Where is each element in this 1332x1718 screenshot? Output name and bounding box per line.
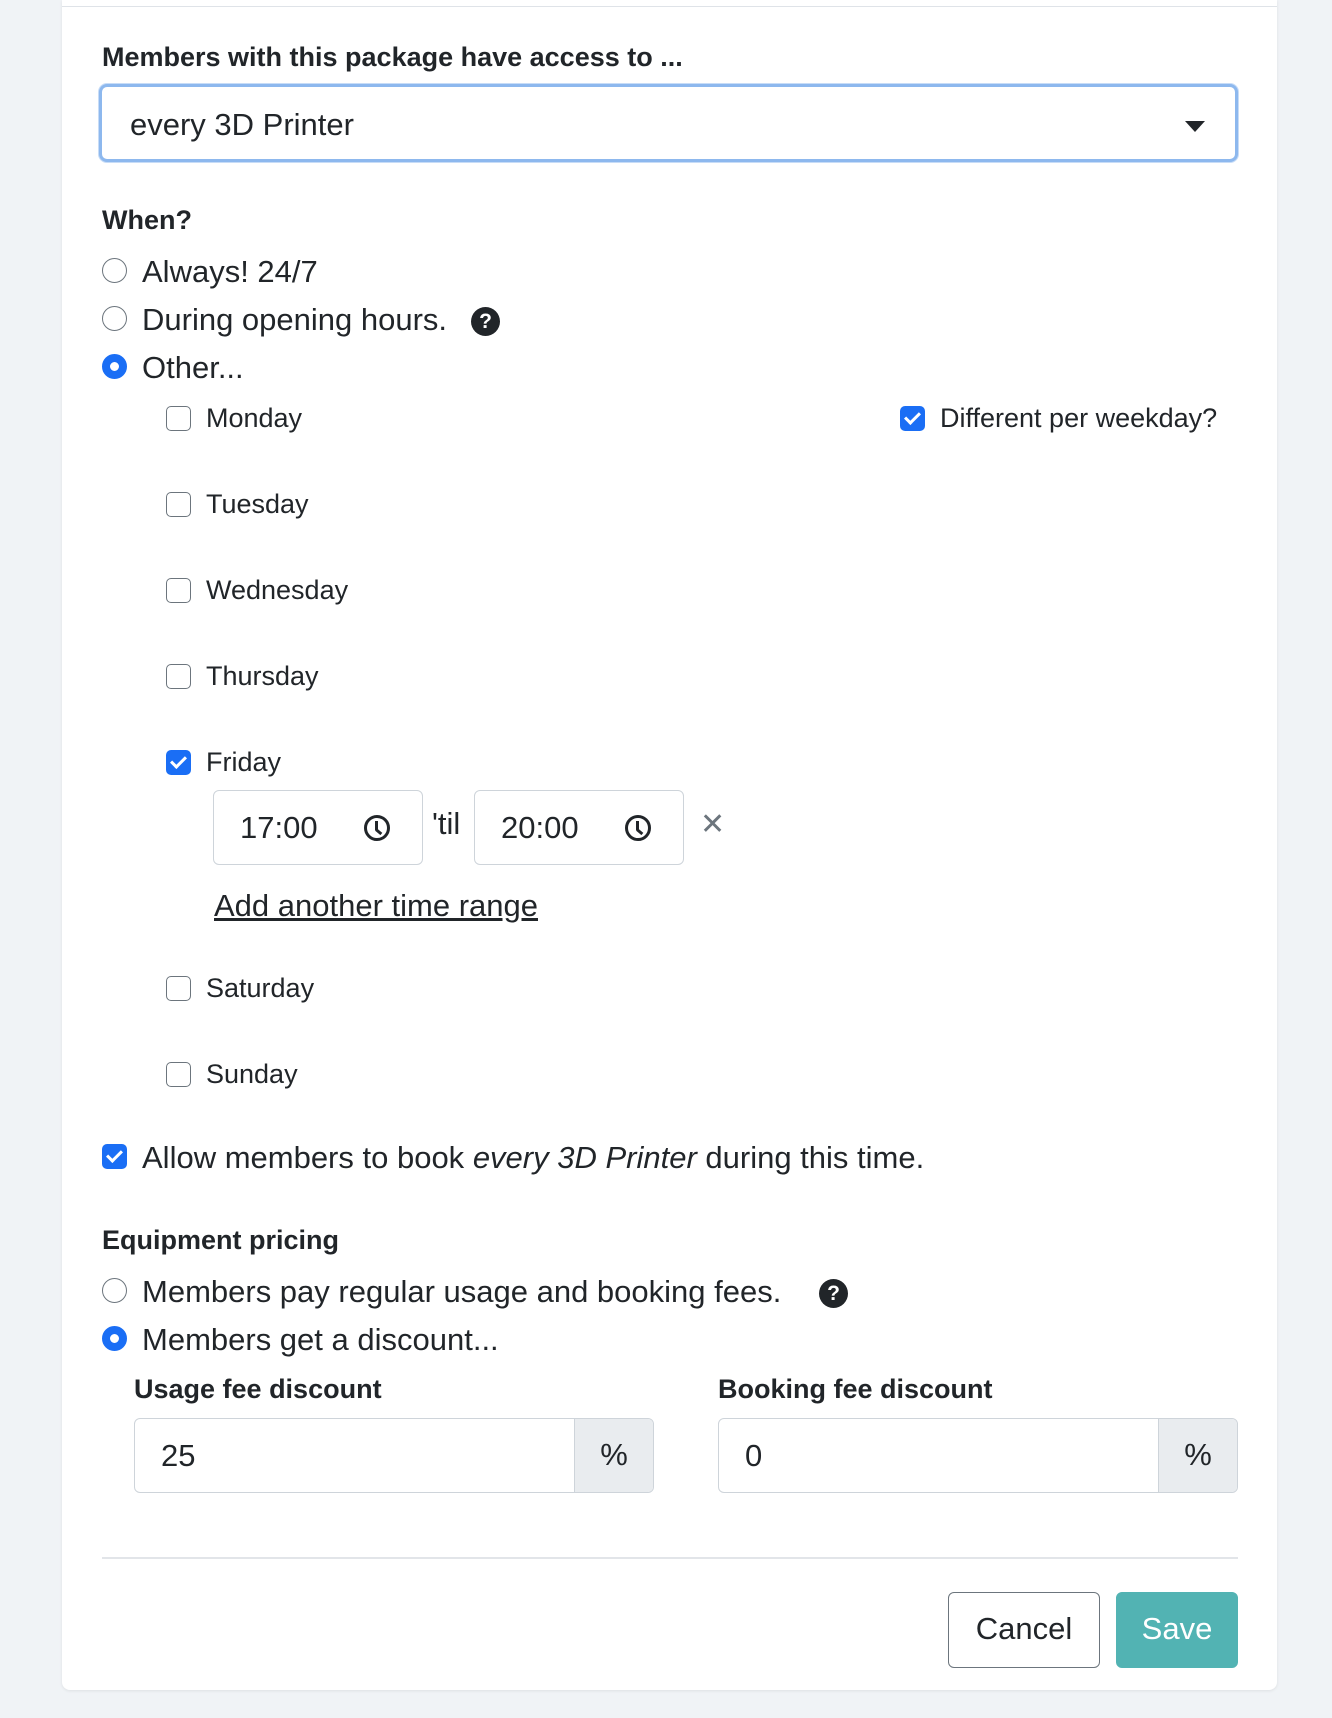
question-circle-icon[interactable]: ?: [471, 307, 500, 336]
different-per-weekday-checkbox[interactable]: [900, 406, 925, 431]
friday-end-time-input[interactable]: 20:00: [474, 790, 684, 865]
day-label-tuesday: Tuesday: [206, 489, 309, 519]
access-label: Members with this package have access to…: [102, 42, 683, 72]
checkbox-tuesday[interactable]: [166, 492, 191, 517]
question-circle-icon[interactable]: ?: [819, 1279, 848, 1308]
save-button[interactable]: Save: [1116, 1592, 1238, 1668]
radio-discount[interactable]: [102, 1326, 127, 1351]
friday-start-time-input[interactable]: 17:00: [213, 790, 423, 865]
booking-fee-discount-input[interactable]: 0 %: [718, 1418, 1238, 1493]
option-always-label: Always! 24/7: [142, 254, 318, 289]
add-time-range-link[interactable]: Add another time range: [214, 888, 538, 924]
radio-opening-hours[interactable]: [102, 306, 127, 331]
usage-fee-discount-label: Usage fee discount: [134, 1374, 382, 1404]
checkbox-friday[interactable]: [166, 750, 191, 775]
day-label-friday: Friday: [206, 747, 282, 777]
remove-time-range-icon[interactable]: ✕: [700, 810, 725, 840]
booking-fee-discount-label: Booking fee discount: [718, 1374, 993, 1404]
checkbox-wednesday[interactable]: [166, 578, 191, 603]
option-regular-fees-label: Members pay regular usage and booking fe…: [142, 1274, 782, 1309]
different-per-weekday-label: Different per weekday?: [940, 403, 1218, 433]
allow-booking-checkbox[interactable]: [102, 1144, 127, 1169]
day-label-wednesday: Wednesday: [206, 575, 349, 605]
booking-fee-discount-value: 0: [745, 1438, 763, 1473]
option-opening-hours-label: During opening hours.: [142, 302, 448, 337]
allow-booking-prefix: Allow members to book: [142, 1140, 473, 1175]
when-label: When?: [102, 205, 192, 235]
usage-fee-discount-input[interactable]: 25 %: [134, 1418, 654, 1493]
friday-start-time-value: 17:00: [240, 810, 318, 845]
radio-other[interactable]: [102, 354, 127, 379]
usage-fee-discount-value: 25: [161, 1438, 196, 1473]
percent-addon: %: [574, 1419, 653, 1492]
percent-addon: %: [1158, 1419, 1237, 1492]
option-other-label: Other...: [142, 350, 244, 385]
day-label-saturday: Saturday: [206, 973, 315, 1003]
allow-booking-item: every 3D Printer: [472, 1140, 697, 1175]
card-top-divider: [62, 6, 1277, 7]
day-label-monday: Monday: [206, 403, 303, 433]
allow-booking-label: Allow members to book every 3D Printer d…: [142, 1140, 924, 1176]
checkbox-sunday[interactable]: [166, 1062, 191, 1087]
cancel-button[interactable]: Cancel: [948, 1592, 1100, 1668]
radio-regular-fees[interactable]: [102, 1278, 127, 1303]
checkbox-saturday[interactable]: [166, 976, 191, 1001]
day-label-thursday: Thursday: [206, 661, 319, 691]
clock-icon[interactable]: [364, 815, 390, 841]
chevron-down-icon: [1185, 121, 1205, 132]
til-label: 'til: [432, 806, 461, 841]
clock-icon[interactable]: [625, 815, 651, 841]
allow-booking-suffix: during this time.: [696, 1140, 925, 1175]
checkbox-monday[interactable]: [166, 406, 191, 431]
access-select[interactable]: every 3D Printer: [99, 84, 1238, 162]
friday-end-time-value: 20:00: [501, 810, 579, 845]
access-select-value: every 3D Printer: [130, 107, 354, 142]
radio-always[interactable]: [102, 258, 127, 283]
option-discount-label: Members get a discount...: [142, 1322, 499, 1357]
footer-divider: [102, 1557, 1238, 1559]
pricing-label: Equipment pricing: [102, 1225, 340, 1255]
checkbox-thursday[interactable]: [166, 664, 191, 689]
day-label-sunday: Sunday: [206, 1059, 298, 1089]
